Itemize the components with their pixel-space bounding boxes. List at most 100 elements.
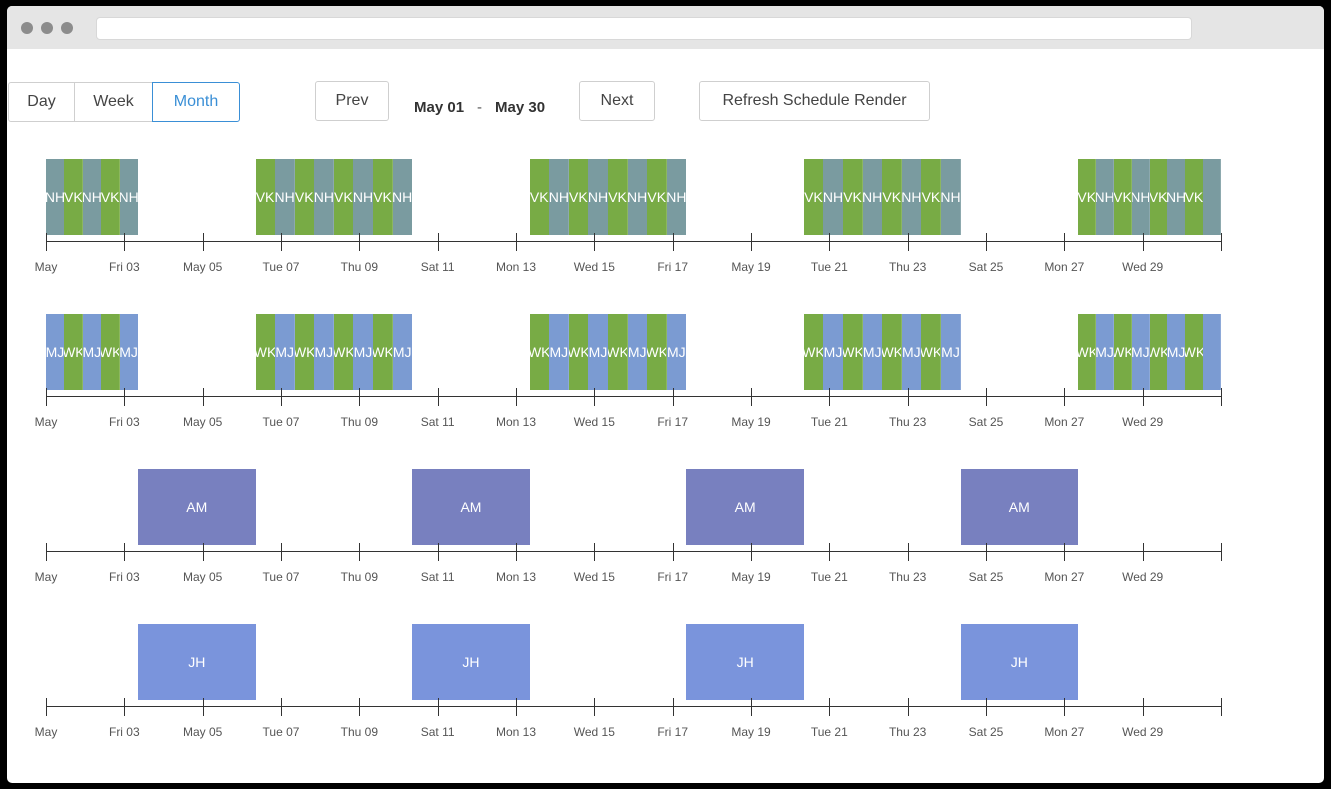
shift-stripe[interactable]: VK (1149, 159, 1168, 235)
shift-block[interactable]: WKMJWKMJWKMJWKMJ (255, 314, 413, 390)
shift-block[interactable]: VK NH VK NH VK NH VK NH (529, 159, 687, 235)
shift-stripe[interactable]: WK (333, 314, 354, 390)
shift-stripe[interactable]: VK (64, 159, 84, 235)
shift-stripe[interactable]: MJ (823, 314, 844, 390)
shift-stripe[interactable]: WK (608, 314, 629, 390)
shift-stripe[interactable]: NH (46, 159, 65, 235)
shift-stripe[interactable]: NH (119, 159, 139, 235)
shift-stripe[interactable]: WK (529, 314, 550, 390)
shift-stripe[interactable]: MJ (353, 314, 374, 390)
shift-stripe[interactable]: WK (294, 314, 315, 390)
shift-block[interactable]: JH (412, 624, 530, 700)
shift-stripe[interactable]: MJ (588, 314, 609, 390)
shift-stripe[interactable]: NH (314, 159, 335, 235)
shift-block[interactable]: AM (686, 469, 804, 545)
shift-stripe[interactable]: NH (275, 159, 296, 235)
shift-stripe[interactable]: WK (882, 314, 903, 390)
shift-stripe[interactable]: WK (255, 314, 276, 390)
window-minimize-dot[interactable] (41, 22, 53, 34)
shift-stripe[interactable]: WK (1149, 314, 1168, 390)
refresh-schedule-button[interactable]: Refresh Schedule Render (699, 81, 930, 121)
shift-stripe[interactable]: VK (568, 159, 589, 235)
shift-stripe[interactable]: VK (882, 159, 903, 235)
shift-stripe[interactable]: NH (392, 159, 413, 235)
shift-stripe[interactable]: MJ (314, 314, 335, 390)
shift-stripe[interactable]: MJ (627, 314, 648, 390)
address-bar[interactable] (96, 17, 1192, 40)
shift-stripe[interactable]: MJ (940, 314, 961, 390)
shift-stripe[interactable]: NH (823, 159, 844, 235)
shift-stripe[interactable]: NH (82, 159, 102, 235)
shift-stripe[interactable]: MJ (1167, 314, 1186, 390)
shift-stripe[interactable]: WK (101, 314, 121, 390)
shift-stripe[interactable]: VK (803, 159, 824, 235)
shift-stripe[interactable]: NH (862, 159, 883, 235)
shift-stripe[interactable]: VK (373, 159, 394, 235)
view-month-button[interactable]: Month (152, 82, 240, 122)
shift-block[interactable]: AM (412, 469, 530, 545)
shift-stripe[interactable]: NH (588, 159, 609, 235)
shift-stripe[interactable] (1203, 314, 1221, 390)
shift-stripe[interactable]: MJ (275, 314, 296, 390)
shift-stripe[interactable]: VK (529, 159, 550, 235)
shift-stripe[interactable]: VK (921, 159, 942, 235)
shift-stripe[interactable]: WK (373, 314, 394, 390)
shift-block[interactable]: VK NH VK NH VK NH VK NH (803, 159, 961, 235)
prev-button[interactable]: Prev (315, 81, 389, 121)
shift-stripe[interactable]: WK (921, 314, 942, 390)
shift-stripe[interactable]: VK (1185, 159, 1204, 235)
shift-stripe[interactable]: MJ (862, 314, 883, 390)
shift-stripe[interactable]: VK (101, 159, 121, 235)
shift-block[interactable]: JH (138, 624, 256, 700)
shift-stripe[interactable]: WK (1078, 314, 1097, 390)
shift-stripe[interactable]: VK (1113, 159, 1133, 235)
shift-stripe[interactable]: NH (549, 159, 570, 235)
shift-stripe[interactable]: VK (843, 159, 864, 235)
shift-stripe[interactable] (1203, 159, 1221, 235)
shift-stripe[interactable]: WK (803, 314, 824, 390)
shift-block[interactable]: JH (686, 624, 804, 700)
shift-block[interactable]: MJWKMJWKMJ (46, 314, 139, 390)
shift-stripe[interactable]: WK (568, 314, 589, 390)
next-button[interactable]: Next (579, 81, 655, 121)
shift-stripe[interactable]: VK (1078, 159, 1097, 235)
shift-stripe[interactable]: MJ (549, 314, 570, 390)
shift-stripe[interactable]: MJ (119, 314, 139, 390)
shift-stripe[interactable]: NH (627, 159, 648, 235)
shift-stripe[interactable]: NH (1095, 159, 1115, 235)
shift-block[interactable]: VK NH VK NH VK NH VK NH (255, 159, 413, 235)
shift-block[interactable]: AM (960, 469, 1079, 545)
shift-block[interactable]: WKMJWKMJWKMJWKMJ (529, 314, 687, 390)
shift-stripe[interactable]: WK (64, 314, 84, 390)
shift-stripe[interactable]: WK (647, 314, 668, 390)
shift-stripe[interactable]: NH (353, 159, 374, 235)
shift-stripe[interactable]: VK (608, 159, 629, 235)
window-close-dot[interactable] (21, 22, 33, 34)
shift-block[interactable]: JH (960, 624, 1079, 700)
shift-stripe[interactable]: MJ (901, 314, 922, 390)
shift-stripe[interactable]: MJ (666, 314, 687, 390)
shift-stripe[interactable]: NH (901, 159, 922, 235)
shift-block[interactable]: NH VK NH VK NH (46, 159, 139, 235)
shift-stripe[interactable]: NH (940, 159, 961, 235)
shift-stripe[interactable]: WK (1185, 314, 1204, 390)
shift-stripe[interactable]: NH (666, 159, 687, 235)
shift-stripe[interactable]: MJ (46, 314, 65, 390)
view-day-button[interactable]: Day (8, 82, 75, 122)
window-maximize-dot[interactable] (61, 22, 73, 34)
shift-block[interactable]: WKMJWKMJWKMJWKMJ (803, 314, 961, 390)
shift-stripe[interactable]: VK (333, 159, 354, 235)
shift-stripe[interactable]: VK (647, 159, 668, 235)
shift-stripe[interactable]: MJ (1095, 314, 1115, 390)
shift-stripe[interactable]: WK (843, 314, 864, 390)
shift-stripe[interactable]: MJ (392, 314, 413, 390)
shift-stripe[interactable]: VK (255, 159, 276, 235)
shift-stripe[interactable]: VK (294, 159, 315, 235)
shift-stripe[interactable]: MJ (1131, 314, 1150, 390)
shift-block[interactable]: VK NH VK NH VK NH VK (1078, 159, 1221, 235)
shift-stripe[interactable]: WK (1113, 314, 1133, 390)
shift-stripe[interactable]: NH (1131, 159, 1150, 235)
shift-block[interactable]: AM (138, 469, 256, 545)
shift-stripe[interactable]: MJ (82, 314, 102, 390)
view-week-button[interactable]: Week (74, 82, 153, 122)
